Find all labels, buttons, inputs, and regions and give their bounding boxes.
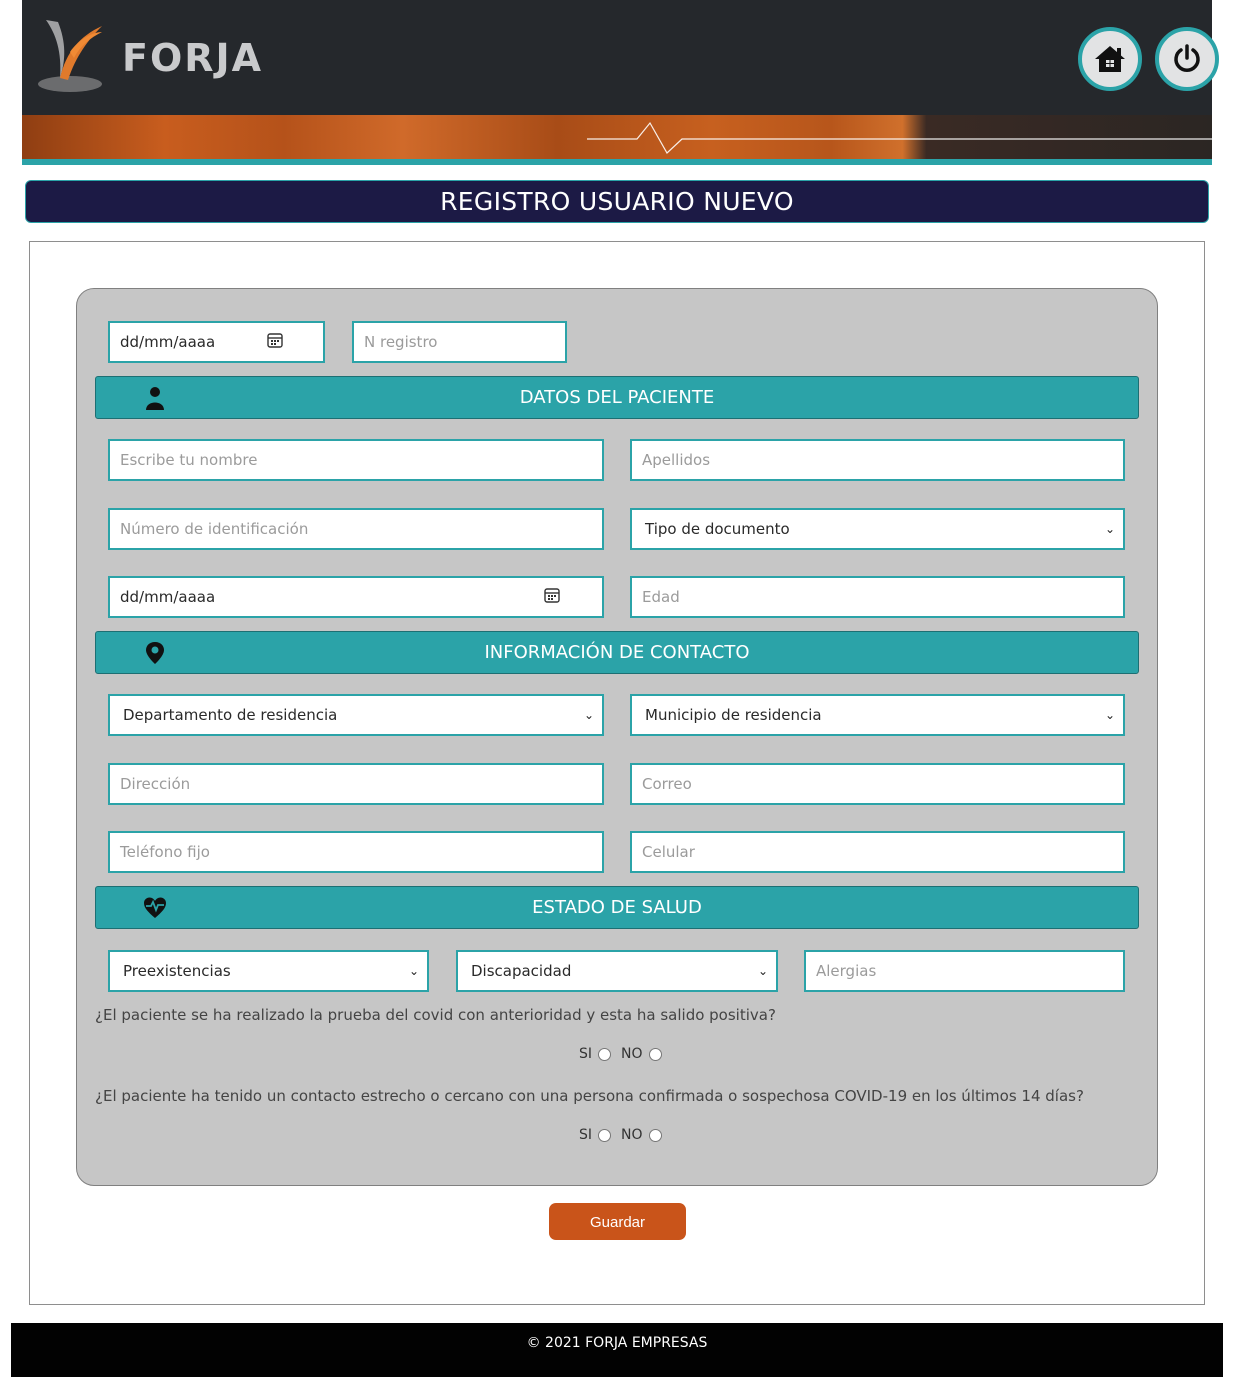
fecha-nacimiento-value: dd/mm/aaaa <box>120 588 216 606</box>
radio-no-label: NO <box>621 1127 643 1143</box>
edad-placeholder: Edad <box>642 588 680 606</box>
flame-logo-icon <box>38 20 102 92</box>
departamento-select[interactable]: Departamento de residencia ⌄ <box>108 694 604 736</box>
direccion-input[interactable]: Dirección <box>108 763 604 805</box>
municipio-value: Municipio de residencia <box>645 706 822 724</box>
alergias-placeholder: Alergias <box>816 962 877 980</box>
registro-number-input[interactable]: N registro <box>352 321 567 363</box>
radio-si[interactable] <box>598 1128 612 1142</box>
section-informacion-contacto: INFORMACIÓN DE CONTACTO <box>95 631 1139 674</box>
chevron-down-icon: ⌄ <box>583 708 594 722</box>
radio-si-label: SI <box>579 1046 593 1062</box>
covid-contact-options: SI NO <box>579 1127 662 1143</box>
nombre-input[interactable]: Escribe tu nombre <box>108 439 604 481</box>
celular-input[interactable]: Celular <box>630 831 1125 873</box>
discapacidad-select[interactable]: Discapacidad ⌄ <box>456 950 778 992</box>
header-banner-image <box>22 115 1212 160</box>
page-title: REGISTRO USUARIO NUEVO <box>25 180 1209 223</box>
chevron-down-icon: ⌄ <box>1104 708 1115 722</box>
section-datos-paciente: DATOS DEL PACIENTE <box>95 376 1139 419</box>
logo-text: FORJA <box>122 36 264 80</box>
chevron-down-icon: ⌄ <box>757 964 768 978</box>
tipo-documento-select[interactable]: Tipo de documento ⌄ <box>630 508 1125 550</box>
apellidos-input[interactable]: Apellidos <box>630 439 1125 481</box>
preexistencias-value: Preexistencias <box>123 962 231 980</box>
covid-contact-question: ¿El paciente ha tenido un contacto estre… <box>95 1087 1084 1105</box>
covid-positive-question: ¿El paciente se ha realizado la prueba d… <box>95 1006 776 1024</box>
section-datos-paciente-title: DATOS DEL PACIENTE <box>519 387 715 408</box>
power-icon <box>1174 44 1200 72</box>
logout-button[interactable] <box>1155 27 1219 91</box>
calendar-icon[interactable] <box>544 587 560 607</box>
identificacion-input[interactable]: Número de identificación <box>108 508 604 550</box>
heartbeat-line-icon <box>587 121 1212 154</box>
chevron-down-icon: ⌄ <box>408 964 419 978</box>
radio-si[interactable] <box>598 1047 612 1061</box>
radio-no[interactable] <box>648 1047 662 1061</box>
municipio-select[interactable]: Municipio de residencia ⌄ <box>630 694 1125 736</box>
nombre-placeholder: Escribe tu nombre <box>120 451 258 469</box>
calendar-icon[interactable] <box>267 332 283 352</box>
discapacidad-value: Discapacidad <box>471 962 572 980</box>
chevron-down-icon: ⌄ <box>1104 522 1115 536</box>
identificacion-placeholder: Número de identificación <box>120 520 309 538</box>
direccion-placeholder: Dirección <box>120 775 191 793</box>
correo-placeholder: Correo <box>642 775 692 793</box>
telefono-placeholder: Teléfono fijo <box>120 843 210 861</box>
celular-placeholder: Celular <box>642 843 695 861</box>
edad-input[interactable]: Edad <box>630 576 1125 618</box>
radio-no-label: NO <box>621 1046 643 1062</box>
departamento-value: Departamento de residencia <box>123 706 338 724</box>
correo-input[interactable]: Correo <box>630 763 1125 805</box>
registro-number-placeholder: N registro <box>364 333 438 351</box>
radio-si-label: SI <box>579 1127 593 1143</box>
location-pin-icon <box>146 642 164 664</box>
radio-no[interactable] <box>648 1128 662 1142</box>
heart-pulse-icon <box>144 897 166 918</box>
tipo-documento-value: Tipo de documento <box>645 520 790 538</box>
section-informacion-contacto-title: INFORMACIÓN DE CONTACTO <box>484 642 750 663</box>
section-estado-salud: ESTADO DE SALUD <box>95 886 1139 929</box>
apellidos-placeholder: Apellidos <box>642 451 711 469</box>
top-header: FORJA <box>22 0 1219 115</box>
preexistencias-select[interactable]: Preexistencias ⌄ <box>108 950 429 992</box>
covid-positive-options: SI NO <box>579 1046 662 1062</box>
alergias-input[interactable]: Alergias <box>804 950 1125 992</box>
registro-date-value: dd/mm/aaaa <box>120 333 216 351</box>
user-icon <box>146 387 164 410</box>
home-button[interactable] <box>1078 27 1142 91</box>
footer-copyright: © 2021 FORJA EMPRESAS <box>526 1335 708 1351</box>
banner-accent-line <box>22 159 1212 165</box>
save-button[interactable]: Guardar <box>549 1203 686 1240</box>
section-estado-salud-title: ESTADO DE SALUD <box>532 897 702 918</box>
house-icon <box>1095 46 1125 72</box>
footer: © 2021 FORJA EMPRESAS <box>11 1323 1223 1377</box>
registro-date-input[interactable]: dd/mm/aaaa <box>108 321 325 363</box>
telefono-fijo-input[interactable]: Teléfono fijo <box>108 831 604 873</box>
forja-logo[interactable]: FORJA <box>36 12 306 102</box>
fecha-nacimiento-input[interactable]: dd/mm/aaaa <box>108 576 604 618</box>
